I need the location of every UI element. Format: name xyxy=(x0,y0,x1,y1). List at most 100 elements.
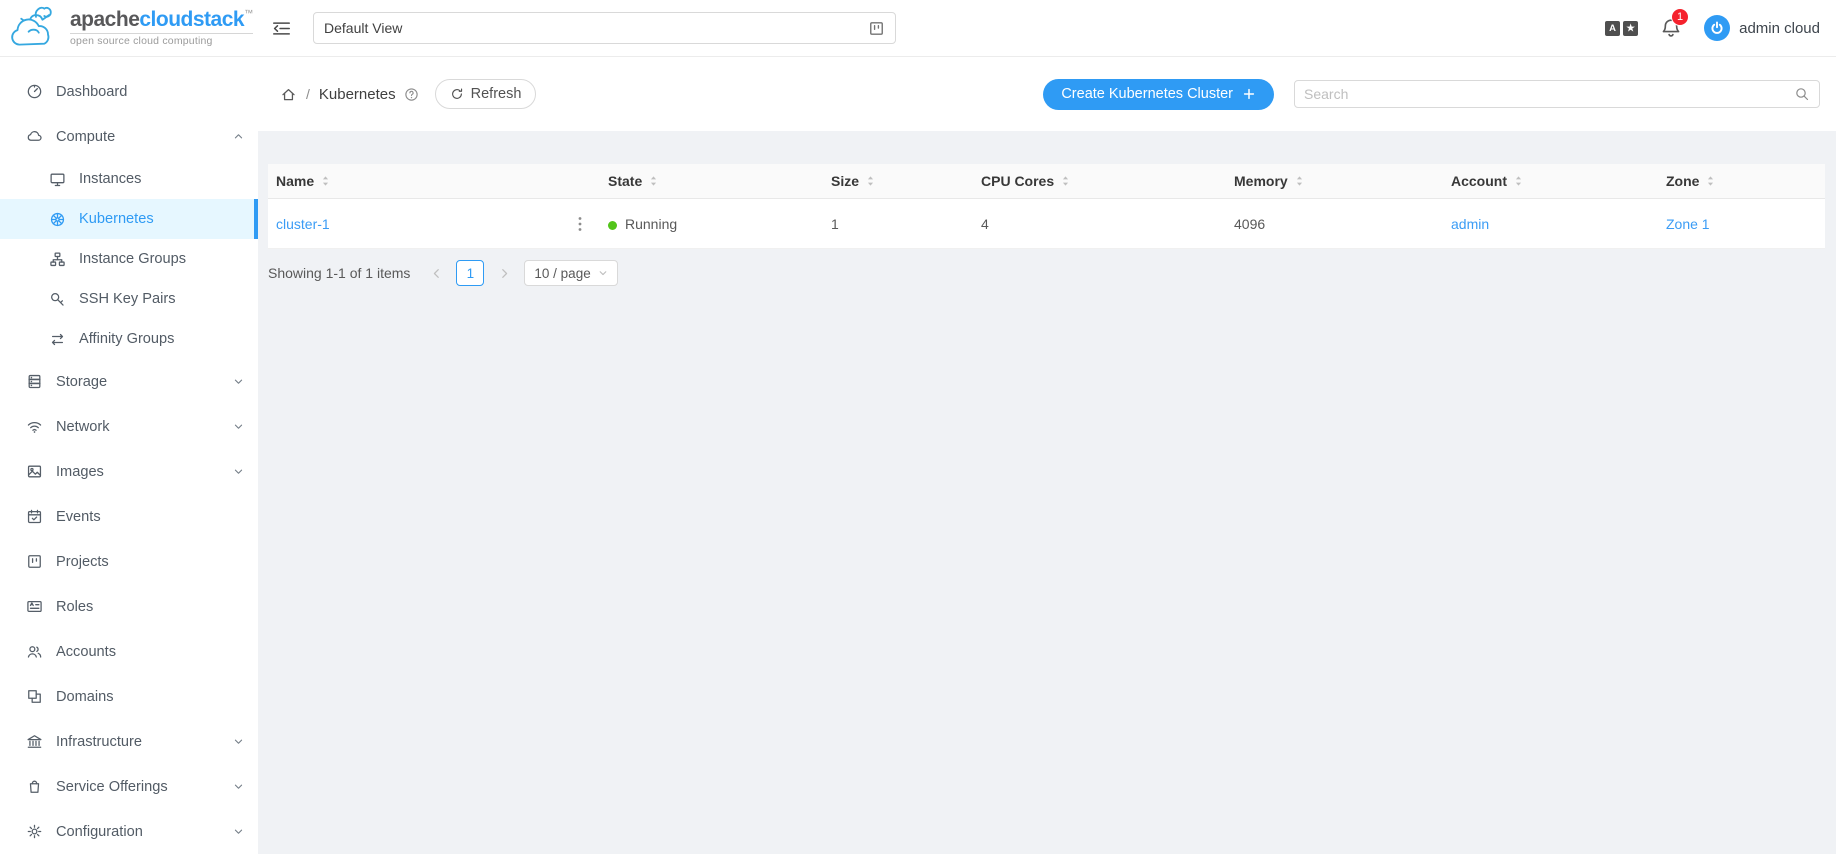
cluster-link[interactable]: cluster-1 xyxy=(276,216,330,232)
key-icon xyxy=(49,291,66,308)
column-header-state[interactable]: State xyxy=(600,173,823,189)
next-page-icon[interactable] xyxy=(492,260,516,286)
create-kubernetes-cluster-button[interactable]: Create Kubernetes Cluster xyxy=(1043,79,1274,110)
refresh-icon xyxy=(450,87,464,101)
menu-fold-icon[interactable] xyxy=(272,19,291,38)
home-icon[interactable] xyxy=(280,86,297,103)
blocks-icon xyxy=(26,688,43,705)
sidebar-item-dashboard[interactable]: Dashboard xyxy=(0,69,258,114)
desktop-icon xyxy=(49,171,66,188)
view-selector[interactable] xyxy=(313,12,896,44)
chevron-down-icon xyxy=(233,781,244,792)
column-header-memory[interactable]: Memory xyxy=(1226,173,1443,189)
user-menu[interactable]: admin cloud xyxy=(1704,15,1820,41)
sidebar-item-instances[interactable]: Instances xyxy=(0,159,258,199)
sidebar-item-label: Projects xyxy=(56,554,109,570)
cell-zone: Zone 1 xyxy=(1658,216,1825,232)
sidebar-item-label: Configuration xyxy=(56,824,143,840)
sidebar-item-label: Service Offerings xyxy=(56,779,168,795)
refresh-label: Refresh xyxy=(471,86,522,102)
breadcrumb-separator: / xyxy=(306,86,310,102)
cloudmonkey-logo-icon xyxy=(8,4,64,52)
sidebar-item-label: Events xyxy=(56,509,101,525)
logo-cloudstack: cloudstack xyxy=(139,8,244,31)
column-header-account[interactable]: Account xyxy=(1443,173,1658,189)
sidebar-item-ssh-key-pairs[interactable]: SSH Key Pairs xyxy=(0,279,258,319)
sidebar-item-label: Domains xyxy=(56,689,114,705)
main-area: / Kubernetes Refresh C xyxy=(258,57,1836,854)
column-header-name[interactable]: Name xyxy=(268,173,600,189)
project-switch-icon[interactable] xyxy=(868,20,885,37)
cluster-icon xyxy=(49,251,66,268)
page-header-actions: Create Kubernetes Cluster xyxy=(1043,79,1820,110)
translation-star: ★ xyxy=(1623,21,1638,36)
sidebar-item-label: Storage xyxy=(56,374,107,390)
calendar-icon xyxy=(26,508,43,525)
chevron-down-icon xyxy=(598,268,608,278)
refresh-button[interactable]: Refresh xyxy=(435,79,537,109)
wifi-icon xyxy=(26,418,43,435)
chevron-down-icon xyxy=(233,376,244,387)
sort-caret-icon xyxy=(1514,175,1523,187)
notifications-button[interactable]: 1 xyxy=(1660,17,1682,39)
dashboard-icon xyxy=(26,83,43,100)
table-row: cluster-1 Running 1 4 4096 admin Zone 1 xyxy=(268,199,1825,249)
sidebar-item-label: Images xyxy=(56,464,104,480)
breadcrumb: / Kubernetes xyxy=(280,86,419,103)
sidebar-item-label: Compute xyxy=(56,129,115,145)
sidebar-item-images[interactable]: Images xyxy=(0,449,258,494)
cell-account: admin xyxy=(1443,216,1658,232)
sidebar-item-instance-groups[interactable]: Instance Groups xyxy=(0,239,258,279)
logo-apache: apache xyxy=(70,8,139,31)
bank-icon xyxy=(26,733,43,750)
search-box xyxy=(1294,80,1820,108)
shopping-icon xyxy=(26,778,43,795)
chevron-up-icon xyxy=(233,131,244,142)
cell-state: Running xyxy=(600,216,823,232)
help-icon[interactable] xyxy=(404,87,419,102)
translation-icon[interactable]: A ★ xyxy=(1605,21,1638,36)
page-number-1[interactable]: 1 xyxy=(456,260,484,286)
cloud-icon xyxy=(26,128,43,145)
plus-icon xyxy=(1242,87,1256,101)
sidebar-item-projects[interactable]: Projects xyxy=(0,539,258,584)
column-header-size[interactable]: Size xyxy=(823,173,973,189)
cloudstack-app: apachecloudstack™ open source cloud comp… xyxy=(0,0,1836,854)
sidebar-item-roles[interactable]: Roles xyxy=(0,584,258,629)
logo-text: apachecloudstack™ open source cloud comp… xyxy=(70,9,253,47)
column-header-zone[interactable]: Zone xyxy=(1658,173,1825,189)
sidebar-item-kubernetes[interactable]: Kubernetes xyxy=(0,199,258,239)
table-header-row: NameStateSize CPU Cores Memory AccountZone xyxy=(268,164,1825,199)
page-size-value: 10 / page xyxy=(534,266,590,281)
column-label: CPU Cores xyxy=(981,173,1054,189)
sidebar-item-label: Kubernetes xyxy=(79,211,154,227)
power-icon xyxy=(1709,20,1725,36)
sidebar-item-network[interactable]: Network xyxy=(0,404,258,449)
sidebar-item-domains[interactable]: Domains xyxy=(0,674,258,719)
sidebar-item-events[interactable]: Events xyxy=(0,494,258,539)
sidebar-item-configuration[interactable]: Configuration xyxy=(0,809,258,854)
zone-link[interactable]: Zone 1 xyxy=(1666,216,1710,232)
column-header-cpu[interactable]: CPU Cores xyxy=(973,173,1226,189)
column-label: Memory xyxy=(1234,173,1288,189)
sidebar-item-accounts[interactable]: Accounts xyxy=(0,629,258,674)
chevron-down-icon xyxy=(233,736,244,747)
gear-icon xyxy=(26,823,43,840)
sidebar-item-label: SSH Key Pairs xyxy=(79,291,176,307)
sidebar-item-infrastructure[interactable]: Infrastructure xyxy=(0,719,258,764)
sidebar-item-compute[interactable]: Compute xyxy=(0,114,258,159)
row-actions-icon[interactable] xyxy=(574,214,586,234)
sidebar-item-service-offerings[interactable]: Service Offerings xyxy=(0,764,258,809)
search-icon[interactable] xyxy=(1794,86,1810,102)
view-selector-input[interactable] xyxy=(324,20,868,36)
account-link[interactable]: admin xyxy=(1451,216,1489,232)
sidebar-item-affinity-groups[interactable]: Affinity Groups xyxy=(0,319,258,359)
page-size-select[interactable]: 10 / page xyxy=(524,260,617,286)
sidebar-item-storage[interactable]: Storage xyxy=(0,359,258,404)
search-input[interactable] xyxy=(1304,86,1794,102)
sort-caret-icon xyxy=(1295,175,1304,187)
previous-page-icon[interactable] xyxy=(424,260,448,286)
database-icon xyxy=(26,373,43,390)
sidebar-item-label: Infrastructure xyxy=(56,734,142,750)
logo-tm: ™ xyxy=(244,8,253,18)
